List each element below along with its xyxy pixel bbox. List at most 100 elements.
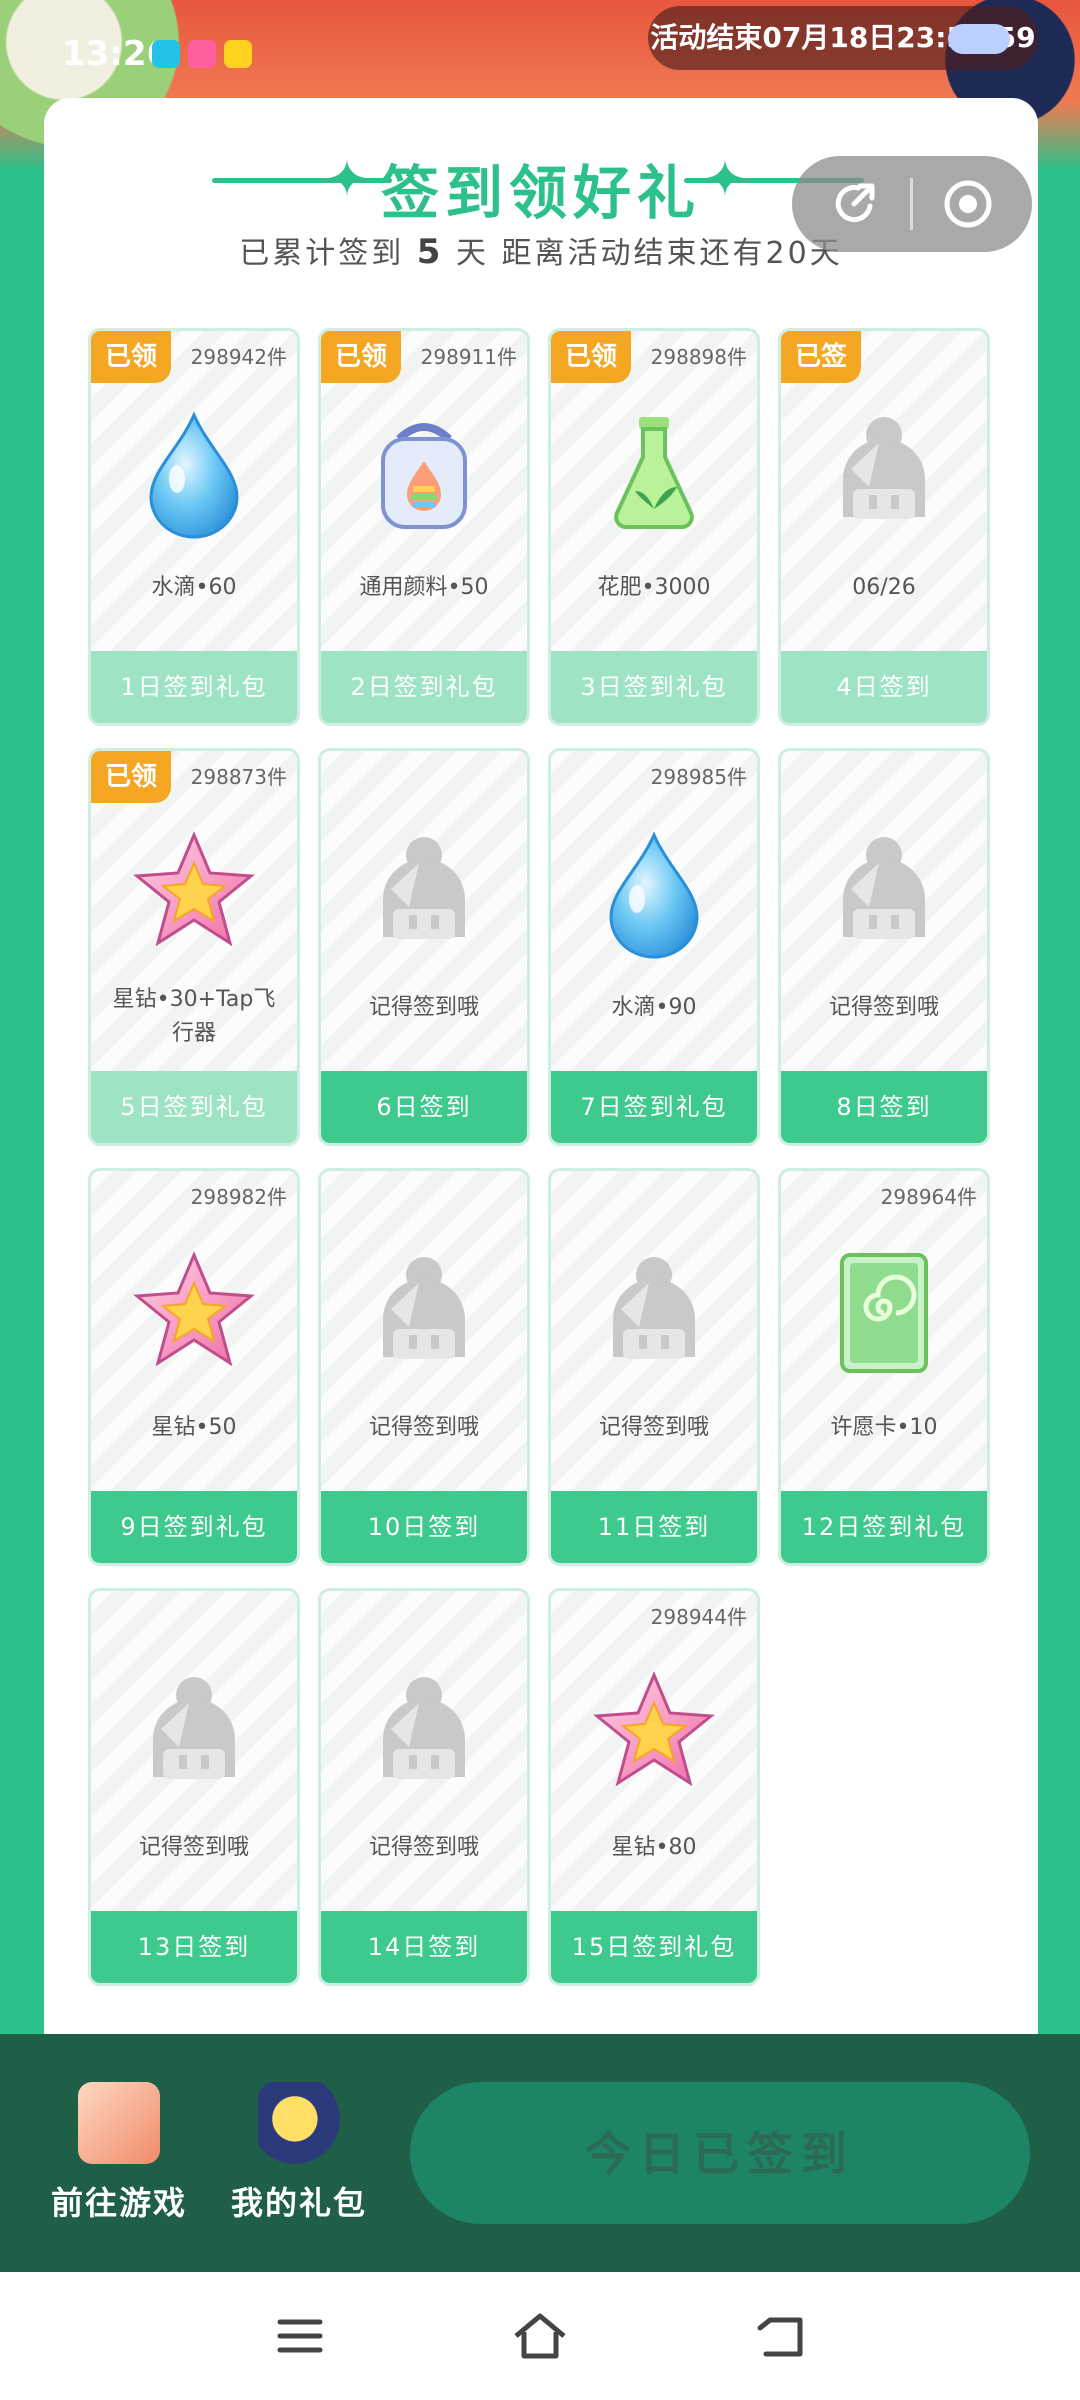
app-icon: [224, 40, 252, 68]
home-icon[interactable]: [510, 2308, 570, 2364]
placeholder-character-icon: [321, 829, 527, 959]
reward-tile[interactable]: 已领 298942件水滴•60 1日签到礼包: [88, 328, 300, 726]
day-footer: 1日签到礼包: [91, 651, 297, 723]
reward-label: 许愿卡•10: [830, 1415, 938, 1440]
reward-tile[interactable]: 已领 298873件星钻•30+Tap飞行器 5日签到礼包: [88, 748, 300, 1146]
reward-label: 06/26: [852, 575, 916, 600]
go-game-label: 前往游戏: [50, 2184, 187, 2222]
share-icon[interactable]: [830, 178, 880, 228]
back-icon[interactable]: [752, 2308, 812, 2364]
day-footer: 7日签到礼包: [551, 1071, 757, 1143]
day-footer: 8日签到: [781, 1071, 987, 1143]
reward-tile[interactable]: 记得签到哦 8日签到: [778, 748, 990, 1146]
reward-label: 花肥•3000: [597, 575, 711, 600]
bottom-action-bar: 前往游戏 我的礼包 今日已签到: [0, 2034, 1080, 2272]
star-diamond-icon: [91, 1249, 297, 1379]
day-footer: 15日签到礼包: [551, 1911, 757, 1983]
reward-tile[interactable]: 记得签到哦 13日签到: [88, 1588, 300, 1986]
signed-today-button[interactable]: 今日已签到: [410, 2082, 1030, 2224]
water-drop-icon: [91, 409, 297, 539]
placeholder-character-icon: [321, 1669, 527, 1799]
day-footer: 4日签到: [781, 651, 987, 723]
status-bar: 13:26 活动结束07月18日23:59:59: [0, 0, 1080, 100]
placeholder-character-icon: [321, 1249, 527, 1379]
mascot-icon: [948, 24, 1010, 54]
wish-card-icon: [781, 1249, 987, 1379]
day-footer: 3日签到礼包: [551, 651, 757, 723]
day-footer: 13日签到: [91, 1911, 297, 1983]
day-footer: 9日签到礼包: [91, 1491, 297, 1563]
claimed-badge: 已领: [91, 331, 171, 383]
claimed-badge: 已领: [551, 331, 631, 383]
gift-pack-icon: [258, 2082, 340, 2164]
reward-label: 星钻•80: [611, 1835, 697, 1860]
event-countdown: 活动结束07月18日23:59:59: [648, 6, 1038, 70]
tap-app-icon: [152, 40, 180, 68]
claimed-badge: 已领: [91, 751, 171, 803]
reward-tile[interactable]: 298964件许愿卡•10 12日签到礼包: [778, 1168, 990, 1566]
water-drop-icon: [551, 829, 757, 959]
reward-tile[interactable]: 298982件星钻•50 9日签到礼包: [88, 1168, 300, 1566]
day-footer: 5日签到礼包: [91, 1071, 297, 1143]
stock-count: 298873件: [190, 765, 287, 789]
reward-label: 星钻•50: [151, 1415, 237, 1440]
reward-label: 记得签到哦: [368, 1415, 479, 1440]
stock-count: 298898件: [650, 345, 747, 369]
reward-label: 记得签到哦: [368, 1835, 479, 1860]
reward-label: 水滴•90: [611, 995, 697, 1020]
reward-tile[interactable]: 298944件星钻•80 15日签到礼包: [548, 1588, 760, 1986]
progress-suffix: 天 距离活动结束还有20天: [456, 236, 843, 271]
reward-tile[interactable]: 记得签到哦 11日签到: [548, 1168, 760, 1566]
reward-tile[interactable]: 记得签到哦 6日签到: [318, 748, 530, 1146]
reward-tile[interactable]: 已领 298898件花肥•3000 3日签到礼包: [548, 328, 760, 726]
go-game-button[interactable]: 前往游戏: [44, 2082, 194, 2224]
placeholder-character-icon: [91, 1669, 297, 1799]
placeholder-character-icon: [781, 829, 987, 959]
star-diamond-icon: [91, 829, 297, 959]
notification-icons: [152, 40, 252, 68]
claimed-badge: 已签: [781, 331, 861, 383]
fertilizer-flask-icon: [551, 409, 757, 539]
stock-count: 298982件: [190, 1185, 287, 1209]
stock-count: 298942件: [190, 345, 287, 369]
divider: [910, 178, 913, 230]
stock-count: 298944件: [650, 1605, 747, 1629]
app-icon: [188, 40, 216, 68]
stock-count: 298911件: [420, 345, 517, 369]
close-target-icon[interactable]: [942, 178, 994, 230]
signed-days-count: 5: [416, 232, 444, 272]
reward-label: 水滴•60: [151, 575, 237, 600]
mini-program-controls: [792, 156, 1032, 252]
reward-tile[interactable]: 记得签到哦 10日签到: [318, 1168, 530, 1566]
menu-icon[interactable]: [270, 2308, 330, 2364]
reward-label: 记得签到哦: [368, 995, 479, 1020]
day-footer: 12日签到礼包: [781, 1491, 987, 1563]
star-diamond-icon: [551, 1669, 757, 1799]
stock-count: 298985件: [650, 765, 747, 789]
placeholder-character-icon: [551, 1249, 757, 1379]
paint-jar-icon: [321, 409, 527, 539]
reward-label: 记得签到哦: [828, 995, 939, 1020]
claimed-badge: 已领: [321, 331, 401, 383]
my-gifts-label: 我的礼包: [230, 2184, 367, 2222]
reward-label: 星钻•30+Tap飞行器: [112, 987, 276, 1046]
my-gifts-button[interactable]: 我的礼包: [224, 2082, 374, 2224]
system-nav-bar: [0, 2272, 1080, 2400]
day-footer: 6日签到: [321, 1071, 527, 1143]
day-footer: 14日签到: [321, 1911, 527, 1983]
reward-tile[interactable]: 298985件水滴•90 7日签到礼包: [548, 748, 760, 1146]
signin-card: ✦ ✦ 签到领好礼 已累计签到 5 天 距离活动结束还有20天 已领 298942…: [44, 98, 1038, 2058]
stock-count: 298964件: [880, 1185, 977, 1209]
reward-tile[interactable]: 已签 06/26 4日签到: [778, 328, 990, 726]
progress-prefix: 已累计签到: [239, 236, 405, 271]
reward-label: 记得签到哦: [598, 1415, 709, 1440]
placeholder-character-icon: [781, 409, 987, 539]
day-footer: 10日签到: [321, 1491, 527, 1563]
day-footer: 11日签到: [551, 1491, 757, 1563]
game-avatar-icon: [78, 2082, 160, 2164]
reward-label: 记得签到哦: [138, 1835, 249, 1860]
day-footer: 2日签到礼包: [321, 651, 527, 723]
reward-tile[interactable]: 记得签到哦 14日签到: [318, 1588, 530, 1986]
reward-label: 通用颜料•50: [359, 575, 489, 600]
reward-tile[interactable]: 已领 298911件通用颜料•50 2日签到礼包: [318, 328, 530, 726]
